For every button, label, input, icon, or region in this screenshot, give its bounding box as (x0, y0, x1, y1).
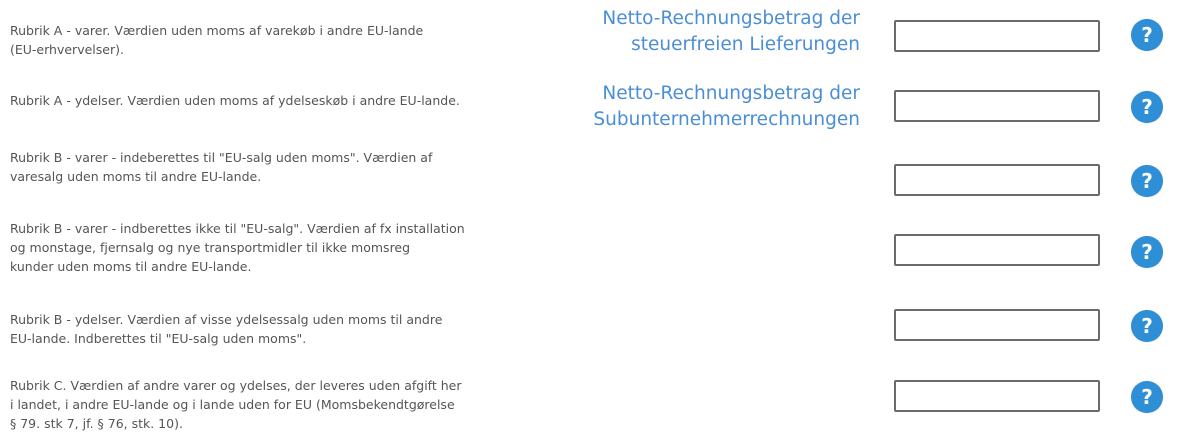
overlay-annotation-subcontractor-invoices: Netto-Rechnungsbetrag der Subunternehmer… (593, 83, 860, 130)
rubrik-b-services-label: Rubrik B - ydelser. Værdien af visse yde… (10, 312, 443, 346)
text-mask (548, 232, 638, 262)
rubrik-c-label: Rubrik C. Værdien af andre varer og ydel… (10, 378, 462, 431)
help-question-mark-icon[interactable]: ? (1131, 310, 1163, 342)
rubrik-a-goods-label: Rubrik A - varer. Værdien uden moms af v… (10, 23, 424, 57)
rubrik-b-goods-not-reported-input[interactable] (894, 234, 1100, 266)
help-question-mark-icon[interactable]: ? (1131, 91, 1163, 123)
rubrik-b-goods-eu-sales-input[interactable] (894, 164, 1100, 196)
rubrik-b-services-input[interactable] (894, 309, 1100, 341)
rubrik-c-input[interactable] (894, 380, 1100, 412)
rubrik-b-goods-not-reported-label: Rubrik B - varer - indberettes ikke til … (10, 221, 465, 274)
help-question-mark-icon[interactable]: ? (1131, 19, 1163, 51)
help-question-mark-icon[interactable]: ? (1131, 165, 1163, 197)
help-question-mark-icon[interactable]: ? (1131, 236, 1163, 268)
rubrik-b-goods-eu-sales-label: Rubrik B - varer - indeberettes til "EU-… (10, 150, 433, 184)
rubrik-a-services-input[interactable] (894, 90, 1100, 122)
rubrik-a-goods-input[interactable] (894, 20, 1100, 52)
overlay-annotation-tax-free-deliveries: Netto-Rechnungsbetrag der steuerfreien L… (602, 8, 860, 55)
rubrik-a-services-label: Rubrik A - ydelser. Værdien uden moms af… (10, 93, 460, 108)
help-question-mark-icon[interactable]: ? (1131, 381, 1163, 413)
vat-eu-form: Rubrik A - varer. Værdien uden moms af v… (0, 0, 1180, 445)
